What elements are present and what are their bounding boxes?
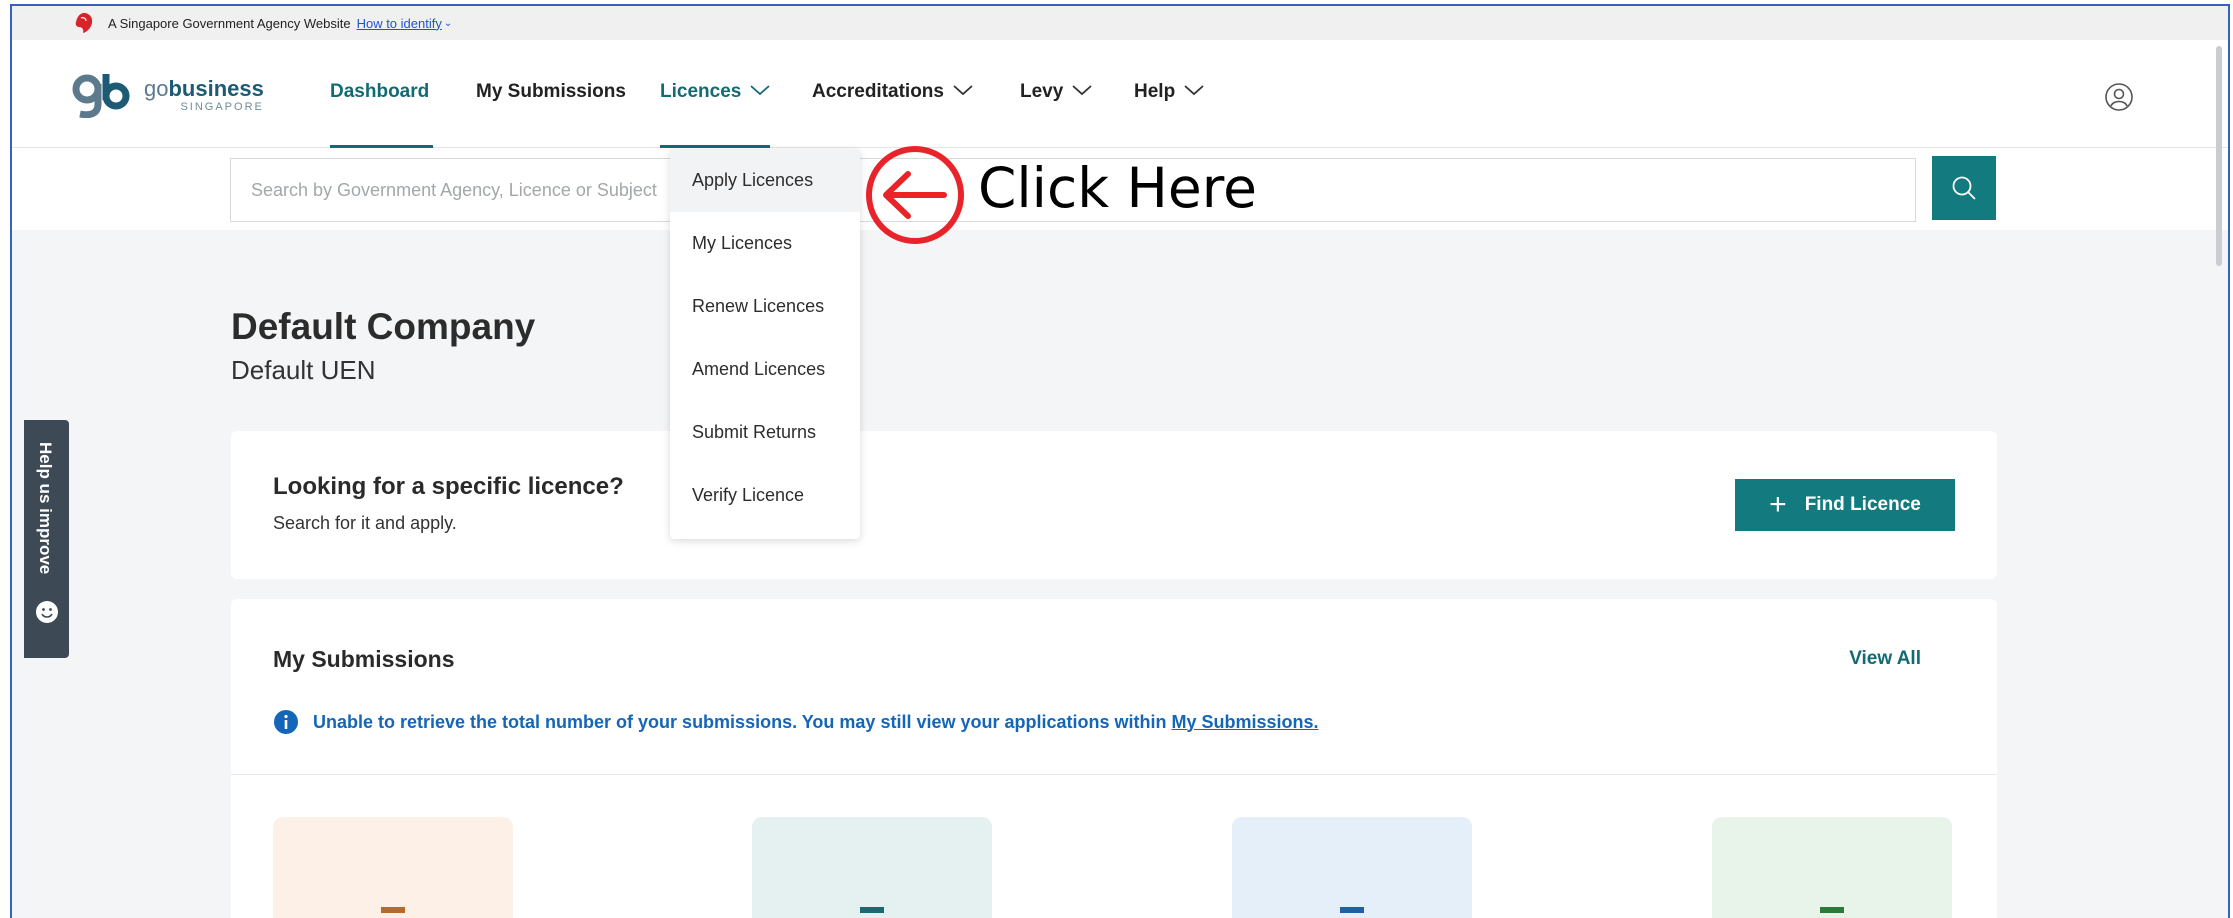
menu-item-verify-licence[interactable]: Verify Licence	[670, 464, 860, 527]
submission-status-tile[interactable]	[1712, 817, 1952, 918]
chevron-down-icon	[1183, 81, 1205, 103]
menu-item-renew-licences[interactable]: Renew Licences	[670, 275, 860, 338]
menu-item-my-licences[interactable]: My Licences	[670, 212, 860, 275]
info-message-text: Unable to retrieve the total number of y…	[313, 711, 1172, 732]
chevron-down-icon	[952, 81, 974, 103]
nav-help-label: Help	[1134, 81, 1176, 102]
view-all-link[interactable]: View All	[1849, 648, 1921, 670]
nav-dashboard[interactable]: Dashboard	[330, 81, 429, 103]
find-licence-button-label: Find Licence	[1804, 494, 1921, 515]
my-submissions-inline-link[interactable]: My Submissions.	[1172, 712, 1319, 732]
gobusiness-logo[interactable]: gobusiness SINGAPORE	[72, 72, 264, 118]
info-icon	[274, 710, 298, 734]
submissions-info-message: Unable to retrieve the total number of y…	[273, 709, 1319, 735]
find-licence-button[interactable]: + Find Licence	[1735, 479, 1955, 531]
submission-status-tile[interactable]	[1232, 817, 1472, 918]
help-us-improve-tab[interactable]: Help us improve	[24, 420, 69, 658]
nav-licences-label: Licences	[660, 81, 742, 102]
status-count-placeholder	[860, 907, 884, 913]
licences-dropdown-menu: Apply Licences My Licences Renew Licence…	[670, 149, 860, 539]
company-uen: Default UEN	[231, 355, 376, 385]
nav-dashboard-label: Dashboard	[330, 81, 430, 102]
find-licence-card: Looking for a specific licence? Search f…	[231, 431, 1997, 579]
page-scrollbar[interactable]	[2216, 46, 2222, 266]
nav-licences[interactable]: Licences	[660, 81, 771, 103]
browser-frame: A Singapore Government Agency Website Ho…	[10, 4, 2230, 918]
nav-accreditations[interactable]: Accreditations	[812, 81, 974, 103]
nav-accreditations-label: Accreditations	[812, 81, 944, 102]
top-navigation: gobusiness SINGAPORE Dashboard My Submis…	[12, 40, 2228, 148]
nav-help[interactable]: Help	[1134, 81, 1205, 103]
feedback-label: Help us improve	[36, 442, 55, 575]
plus-icon: +	[1769, 488, 1787, 521]
lion-head-icon	[75, 13, 93, 33]
find-licence-subtitle: Search for it and apply.	[273, 513, 457, 533]
my-submissions-card: My Submissions View All Unable to retrie…	[231, 599, 1997, 918]
logo-singapore: SINGAPORE	[180, 100, 264, 113]
chevron-down-icon: ⌄	[443, 17, 453, 29]
smiley-icon	[36, 601, 58, 623]
menu-item-apply-licences[interactable]: Apply Licences	[670, 149, 860, 212]
logo-go: go	[144, 75, 169, 101]
submission-status-tile[interactable]	[273, 817, 513, 918]
menu-item-amend-licences[interactable]: Amend Licences	[670, 338, 860, 401]
how-to-identify-link[interactable]: How to identify	[357, 16, 442, 31]
menu-item-submit-returns[interactable]: Submit Returns	[670, 401, 860, 464]
nav-my-submissions[interactable]: My Submissions	[476, 81, 626, 103]
company-name: Default Company	[231, 306, 536, 347]
gb-logo-icon	[72, 74, 130, 118]
gov-masthead: A Singapore Government Agency Website Ho…	[12, 6, 2228, 40]
search-button[interactable]	[1932, 156, 1996, 220]
nav-my-submissions-label: My Submissions	[476, 81, 626, 102]
left-arrow-circle-icon	[866, 146, 964, 244]
user-account-icon[interactable]	[2104, 82, 2134, 112]
status-count-placeholder	[1820, 907, 1844, 913]
chevron-down-icon	[1071, 81, 1093, 103]
card-divider	[231, 774, 1997, 775]
submission-status-tile[interactable]	[752, 817, 992, 918]
chevron-down-icon	[749, 81, 771, 103]
my-submissions-title: My Submissions	[273, 646, 455, 672]
click-here-annotation: Click Here	[978, 156, 1257, 220]
search-icon	[1952, 176, 1976, 200]
masthead-text: A Singapore Government Agency Website	[108, 15, 351, 31]
nav-levy-label: Levy	[1020, 81, 1064, 102]
nav-levy[interactable]: Levy	[1020, 81, 1093, 103]
find-licence-title: Looking for a specific licence?	[273, 473, 624, 500]
status-count-placeholder	[1340, 907, 1364, 913]
logo-business: business	[168, 75, 264, 101]
status-count-placeholder	[381, 907, 405, 913]
